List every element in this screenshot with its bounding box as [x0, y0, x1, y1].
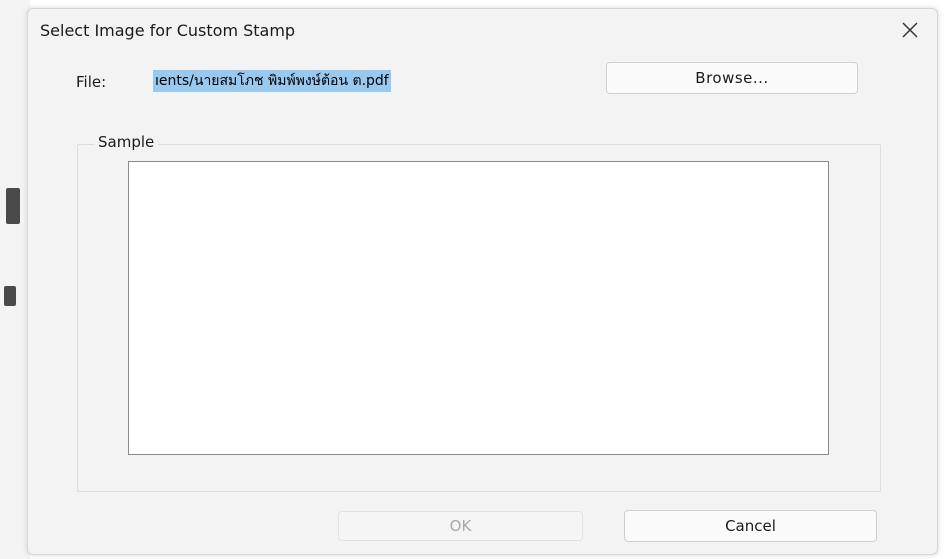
- cancel-button[interactable]: Cancel: [624, 510, 877, 542]
- file-label: File:: [76, 73, 107, 91]
- close-button[interactable]: [897, 17, 923, 43]
- background-text-fragment: [6, 188, 20, 224]
- browse-button[interactable]: Browse...: [606, 62, 858, 94]
- file-path-input[interactable]: ıents/นายสมโภช พิมพ์พงษ์ต้อน ต.pdf: [153, 70, 391, 92]
- close-icon: [902, 22, 918, 38]
- background-document: [0, 0, 30, 559]
- sample-legend: Sample: [94, 133, 159, 151]
- background-text-fragment: [4, 286, 16, 306]
- dialog-title: Select Image for Custom Stamp: [40, 21, 296, 40]
- sample-preview-area: [128, 161, 829, 455]
- custom-stamp-dialog: Select Image for Custom Stamp File: ıent…: [27, 8, 938, 555]
- ok-button[interactable]: OK: [338, 511, 583, 541]
